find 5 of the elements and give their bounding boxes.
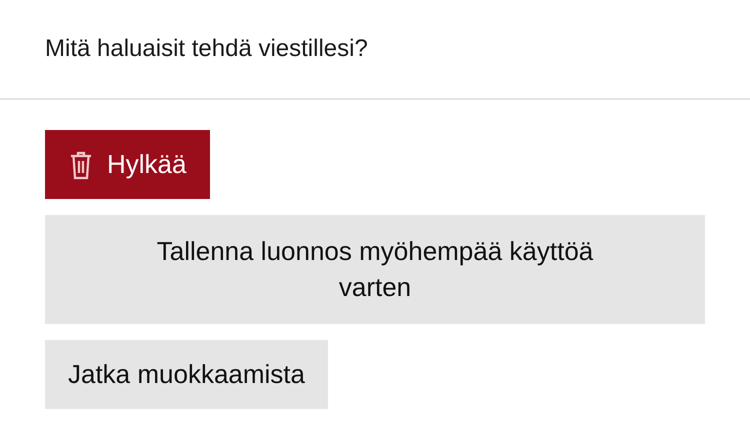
discard-button[interactable]: Hylkää xyxy=(45,130,210,199)
save-draft-button[interactable]: Tallenna luonnos myöhempää käyttöä varten xyxy=(45,215,705,324)
trash-icon xyxy=(69,150,93,180)
continue-editing-button[interactable]: Jatka muokkaamista xyxy=(45,340,328,409)
dialog-question: Mitä haluaisit tehdä viestillesi? xyxy=(45,35,368,63)
